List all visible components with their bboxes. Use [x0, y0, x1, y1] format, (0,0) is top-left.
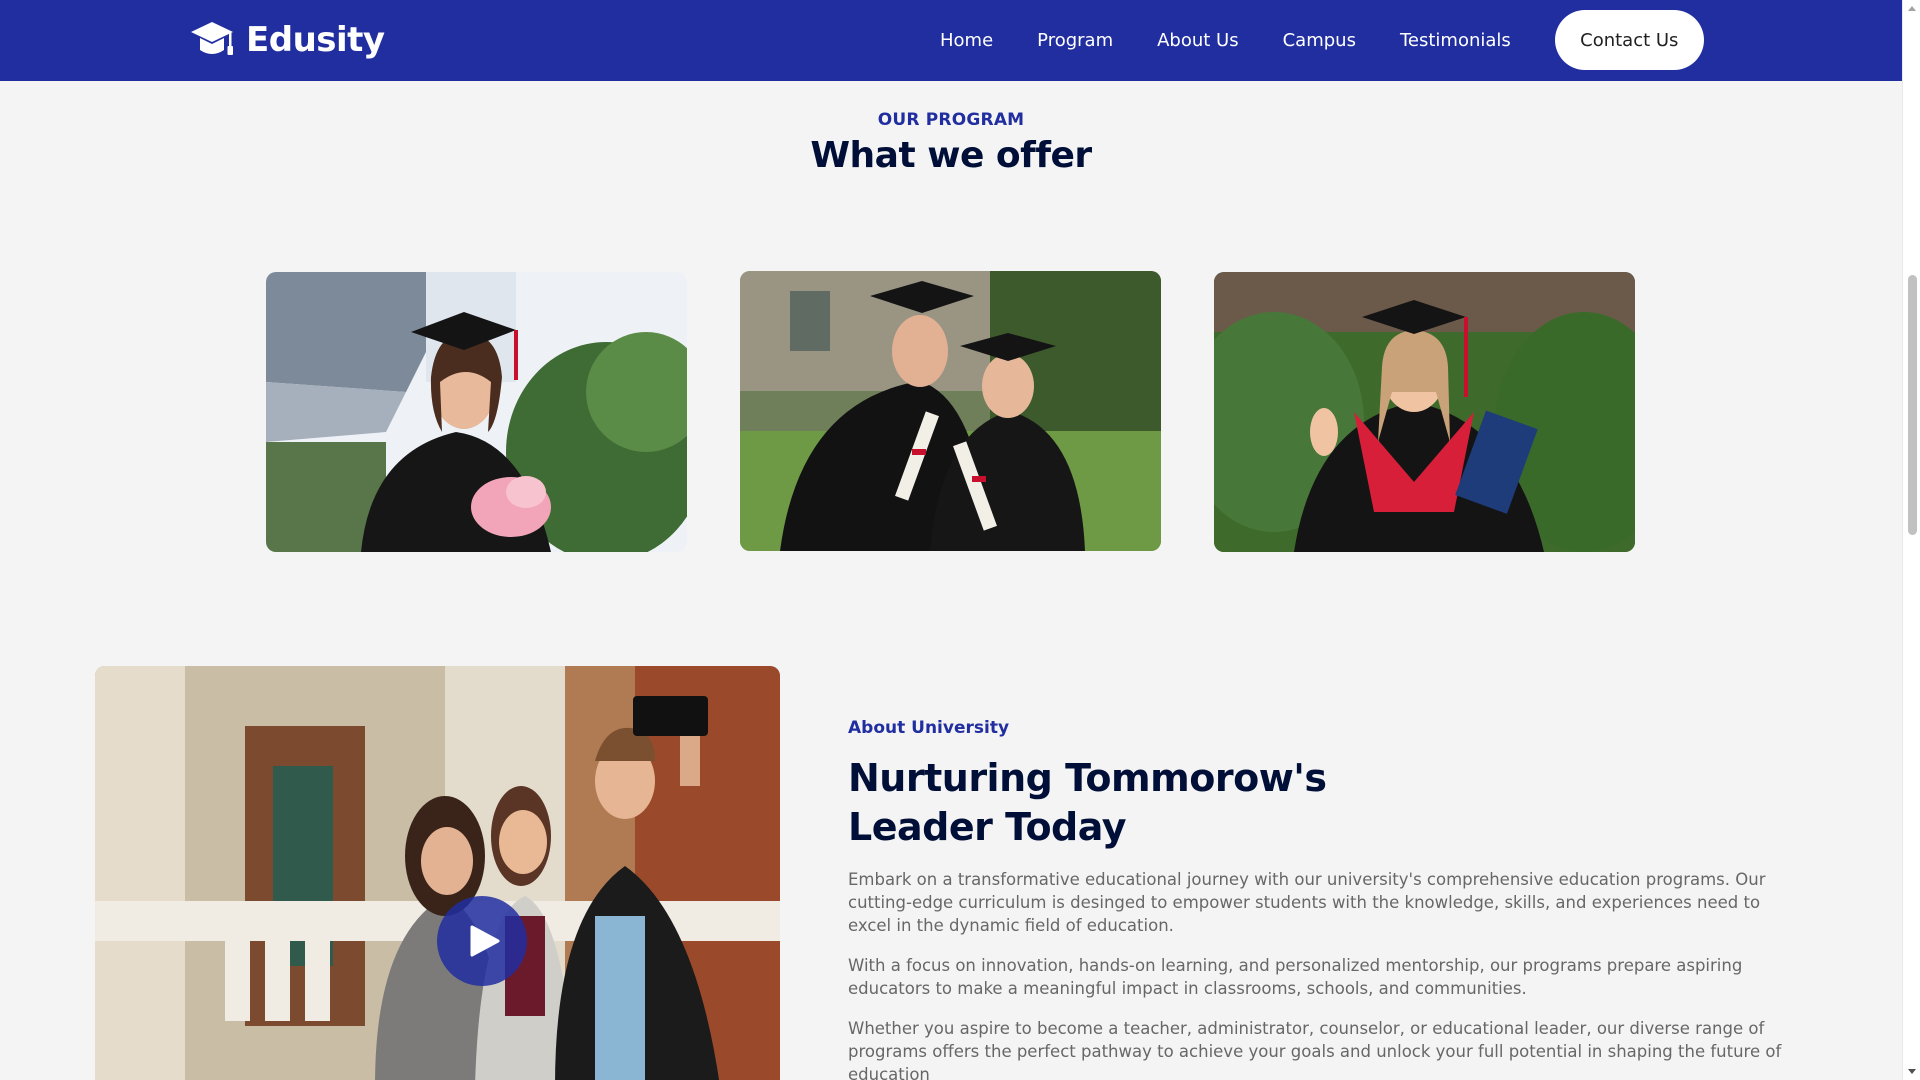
about-subtitle: About University — [848, 718, 1010, 738]
program-image-2[interactable] — [740, 271, 1161, 551]
about-paragraph-1: Embark on a transformative educational j… — [848, 870, 1766, 935]
main-nav: Home Program About Us Campus Testimonial… — [940, 10, 1704, 70]
scroll-down-icon[interactable] — [1908, 1069, 1916, 1074]
about-paragraph-3: Whether you aspire to become a teacher, … — [848, 1019, 1782, 1080]
graduation-cap-icon — [191, 22, 233, 55]
page-scrollbar[interactable] — [1902, 0, 1920, 1080]
scrollbar-thumb[interactable] — [1908, 275, 1917, 535]
nav-program[interactable]: Program — [1037, 30, 1113, 51]
about-paragraph-2: With a focus on innovation, hands-on lea… — [848, 956, 1743, 998]
program-image-1[interactable] — [266, 272, 687, 552]
nav-testimonials[interactable]: Testimonials — [1400, 30, 1511, 51]
about-title: Nurturing Tommorow's Leader Today — [848, 756, 1327, 849]
navbar: Edusity Home Program About Us Campus Tes… — [0, 0, 1902, 81]
nav-campus[interactable]: Campus — [1283, 30, 1356, 51]
play-video-button[interactable] — [437, 896, 527, 986]
program-image-3[interactable] — [1214, 272, 1635, 552]
contact-us-button[interactable]: Contact Us — [1554, 10, 1704, 70]
brand-logo[interactable]: Edusity — [190, 20, 385, 60]
play-icon — [470, 925, 500, 957]
nav-home[interactable]: Home — [940, 30, 993, 51]
about-section: About University Nurturing Tommorow's Le… — [848, 718, 1808, 1080]
about-image — [95, 666, 780, 1080]
nav-about-us[interactable]: About Us — [1157, 30, 1239, 51]
brand-name: Edusity — [246, 20, 385, 60]
scroll-up-icon[interactable] — [1908, 6, 1916, 11]
program-subtitle: OUR PROGRAM — [877, 110, 1025, 130]
program-title: What we offer — [810, 135, 1092, 176]
